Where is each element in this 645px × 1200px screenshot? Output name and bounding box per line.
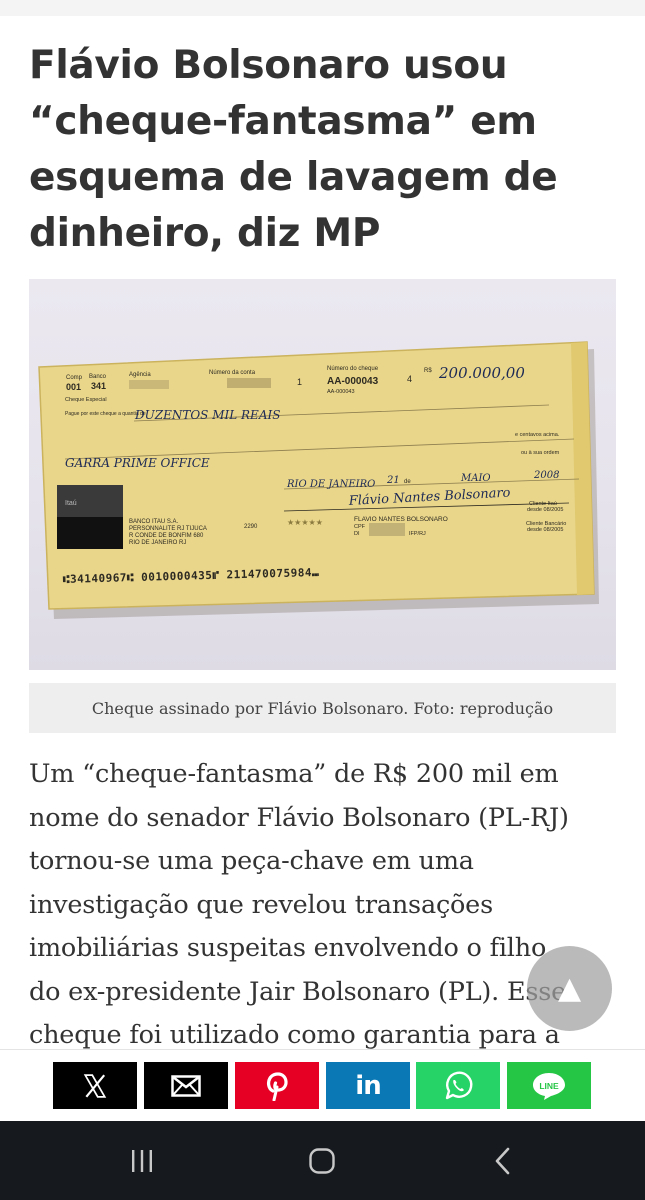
whatsapp-icon [445, 1071, 473, 1099]
bank-name: BANCO ITAU S.A. [129, 519, 179, 525]
share-bar: in LINE [0, 1049, 645, 1121]
linkedin-icon: in [355, 1070, 381, 1101]
cheque-field-numero: Número do cheque [327, 366, 379, 372]
cheque-photo: Comp Banco Agência Número da conta Númer… [38, 341, 599, 619]
headline-line: Flávio Bolsonaro usou [29, 43, 508, 88]
client-since-2: desde 08/2005 [527, 527, 563, 533]
holder-di-label: DI [354, 531, 360, 537]
home-button[interactable] [302, 1145, 342, 1177]
article-headline: Flávio Bolsonaro usou “cheque-fantasma” … [29, 38, 619, 262]
cheque-amount: 200.000,00 [438, 364, 525, 382]
cheque-number: AA-000043 [327, 376, 379, 387]
body-line: cheque foi utilizado como garantia para … [29, 1020, 560, 1049]
cheque-especial-label: Cheque Especial [65, 397, 107, 403]
cheque-digit-b: 4 [407, 374, 412, 384]
photo-caption: Cheque assinado por Flávio Bolsonaro. Fo… [29, 683, 616, 733]
body-line: Um “cheque-fantasma” de R$ 200 mil em [29, 759, 559, 789]
cheque-pague-label: Pague por este cheque a quantia de [65, 411, 146, 417]
back-icon [495, 1147, 510, 1175]
cheque-field-agencia: Agência [129, 372, 151, 378]
redacted-conta [227, 378, 271, 388]
share-line-button[interactable]: LINE [507, 1062, 591, 1109]
line-icon-label: LINE [539, 1081, 559, 1091]
status-strip [0, 0, 645, 16]
holder-name: FLAVIO NANTES BOLSONARO [354, 516, 448, 523]
bank-logo-text: Itaú [65, 500, 77, 507]
cheque-digit-a: 1 [297, 377, 302, 387]
cheque-field-comp: Comp [66, 375, 83, 381]
share-email-button[interactable] [144, 1062, 228, 1109]
cheque-de-label: de [404, 479, 411, 485]
cheque-payee: GARRA PRIME OFFICE [65, 456, 210, 470]
bank-branch: PERSONNALITE RJ TIJUCA [129, 526, 207, 532]
cheque-comp: 001 [66, 382, 81, 392]
redacted-agencia [129, 380, 169, 389]
cheque-field-conta: Número da conta [209, 370, 256, 376]
cheque-year: 2008 [533, 470, 559, 481]
share-pinterest-button[interactable] [235, 1062, 319, 1109]
envelope-icon [171, 1074, 201, 1097]
cheque-number-small: AA-000043 [327, 389, 355, 395]
bank-address: R CONDE DE BONFIM 680 [129, 533, 204, 539]
bank-city: RIO DE JANEIRO RJ [129, 540, 186, 546]
home-icon [309, 1148, 335, 1174]
holder-cpf-label: CPF [354, 524, 366, 530]
recent-apps-button[interactable] [122, 1145, 162, 1177]
cheque-centavos-label: e centavos acima. [515, 432, 560, 438]
x-logo-icon [83, 1073, 107, 1098]
cheque-banco: 341 [91, 381, 106, 391]
share-whatsapp-button[interactable] [416, 1062, 500, 1109]
share-x-button[interactable] [53, 1062, 137, 1109]
holder-di-suffix: IFP/RJ [409, 531, 426, 537]
body-line: investigação que revelou transações [29, 889, 493, 920]
cheque-field-banco: Banco [89, 374, 107, 380]
cheque-currency: R$ [424, 368, 432, 374]
headline-line: esquema de lavagem de [29, 155, 558, 200]
system-nav-bar [0, 1121, 645, 1200]
back-button[interactable] [483, 1145, 523, 1177]
pinterest-icon [267, 1071, 288, 1101]
body-line: tornou-se uma peça-chave em uma [29, 846, 474, 876]
redacted-cpf [369, 523, 405, 536]
up-triangle-icon: ▲ [557, 971, 582, 1006]
scroll-to-top-button[interactable]: ▲ [527, 946, 612, 1031]
cheque-ordem-label: ou à sua ordem [521, 450, 560, 456]
cheque-month: MAIO [460, 473, 491, 484]
bank-branch-code: 2290 [244, 524, 258, 530]
share-linkedin-button[interactable]: in [326, 1062, 410, 1109]
body-line: nome do senador Flávio Bolsonaro (PL-RJ) [29, 802, 569, 833]
cheque-amount-words: DUZENTOS MIL REAIS [134, 408, 280, 422]
client-since-1: desde 08/2005 [527, 507, 563, 513]
article-photo[interactable]: Comp Banco Agência Número da conta Númer… [29, 279, 616, 670]
cheque-city: RIO DE JANEIRO [286, 479, 375, 490]
headline-line: “cheque-fantasma” em [29, 99, 537, 144]
cheque-stars: ★★★★★ [287, 518, 323, 527]
line-icon: LINE [533, 1072, 565, 1100]
recent-apps-icon [132, 1150, 152, 1172]
cheque-day: 21 [386, 475, 400, 486]
headline-line: dinheiro, diz MP [29, 211, 381, 256]
